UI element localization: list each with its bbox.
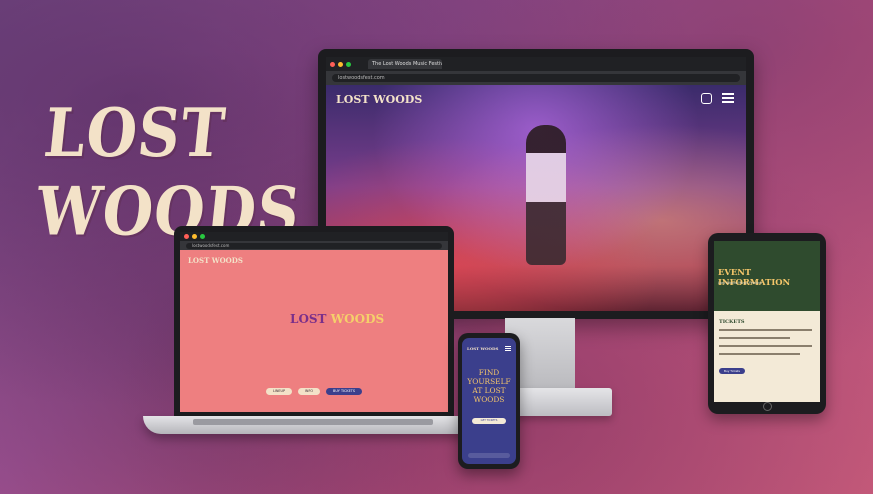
site-logo[interactable]: LOST WOODS xyxy=(188,256,243,265)
minimize-window-icon[interactable] xyxy=(338,61,343,67)
laptop-page: LOST WOODS LOST WOODS LINEUP INFO BUY TI… xyxy=(180,250,448,412)
browser-tab[interactable]: The Lost Woods Music Festival xyxy=(368,59,442,69)
phone-bottom-bar xyxy=(468,453,510,458)
lost-woods-logo: LOST WOODS xyxy=(32,94,304,251)
keyboard xyxy=(193,419,433,425)
divider xyxy=(719,337,790,339)
buy-tickets-button[interactable]: BUY TICKETS xyxy=(326,388,362,395)
phone-headline: FIND YOURSELF AT LOST WOODS xyxy=(467,368,511,404)
center-logo-lost: LOST xyxy=(290,312,327,326)
buy-tickets-button[interactable]: Buy Tickets xyxy=(719,368,745,374)
divider xyxy=(719,353,800,355)
minimize-window-icon[interactable] xyxy=(192,234,197,239)
address-bar[interactable]: lostwoodsfest.com xyxy=(332,74,740,82)
close-window-icon[interactable] xyxy=(184,234,189,239)
laptop: lostwoodsfest.com LOST WOODS LOST WOODS … xyxy=(174,226,454,416)
laptop-tabstrip xyxy=(180,232,448,241)
phone-screen: LOST WOODS FIND YOURSELF AT LOST WOODS G… xyxy=(462,338,516,464)
site-logo[interactable]: LOST WOODS xyxy=(467,346,498,351)
address-bar[interactable]: lostwoodsfest.com xyxy=(186,242,442,249)
hero-mockup: LOST WOODS The Lost Woods Music Festival… xyxy=(0,0,873,494)
event-subtitle: Lost Woods Music Festival xyxy=(718,281,763,285)
browser-toolbar: lostwoodsfest.com xyxy=(326,71,746,85)
get-tickets-button[interactable]: GET TICKETS xyxy=(472,418,506,424)
phone: LOST WOODS FIND YOURSELF AT LOST WOODS G… xyxy=(458,333,520,469)
instagram-icon[interactable] xyxy=(701,93,712,104)
laptop-toolbar: lostwoodsfest.com xyxy=(180,241,448,250)
site-logo[interactable]: LOST WOODS xyxy=(336,93,422,106)
maximize-window-icon[interactable] xyxy=(200,234,205,239)
center-logo: LOST WOODS xyxy=(290,312,384,326)
lineup-button[interactable]: LINEUP xyxy=(266,388,292,395)
maximize-window-icon[interactable] xyxy=(346,61,351,67)
center-logo-woods: WOODS xyxy=(330,312,385,326)
close-window-icon[interactable] xyxy=(330,61,335,67)
info-button[interactable]: INFO xyxy=(298,388,320,395)
performer-figure xyxy=(526,125,566,265)
menu-icon[interactable] xyxy=(505,346,511,351)
divider xyxy=(719,345,812,347)
divider xyxy=(719,329,812,331)
tablet-header: EVENT INFORMATION Lost Woods Music Festi… xyxy=(714,241,820,311)
laptop-base xyxy=(143,416,483,434)
tickets-heading: TICKETS xyxy=(719,319,745,325)
home-button[interactable] xyxy=(763,402,772,411)
browser-tabstrip: The Lost Woods Music Festival xyxy=(326,57,746,71)
menu-icon[interactable] xyxy=(722,93,734,103)
laptop-screen: lostwoodsfest.com LOST WOODS LOST WOODS … xyxy=(180,232,448,412)
tablet-screen: EVENT INFORMATION Lost Woods Music Festi… xyxy=(714,241,820,402)
tablet: EVENT INFORMATION Lost Woods Music Festi… xyxy=(708,233,826,414)
